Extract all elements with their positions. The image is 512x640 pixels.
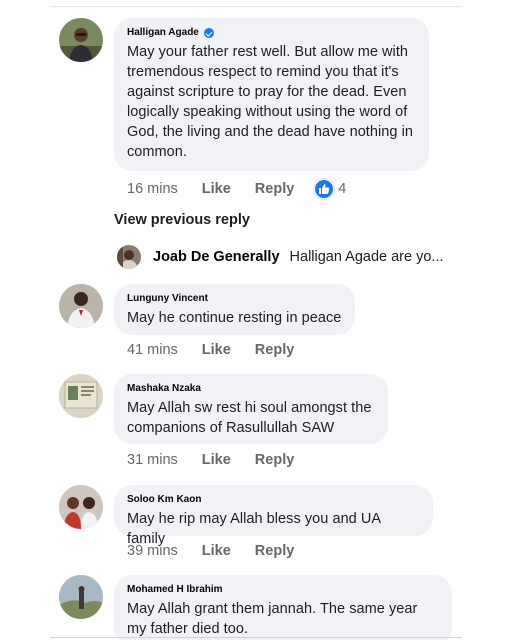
avatar[interactable]: [59, 284, 103, 328]
divider-bottom: [50, 637, 462, 638]
view-previous-reply-link[interactable]: View previous reply: [114, 212, 250, 228]
comment-actions: 39 mins Like Reply: [127, 543, 294, 559]
comment-author[interactable]: Halligan Agade: [127, 26, 199, 40]
avatar[interactable]: [59, 18, 103, 62]
comment-time[interactable]: 16 mins: [127, 181, 178, 197]
comment-text: May he continue resting in peace: [127, 310, 342, 326]
comment-text: May your father rest well. But allow me …: [127, 44, 413, 160]
avatar-photo-icon: [59, 284, 103, 328]
divider-top: [50, 6, 462, 7]
reaction-summary[interactable]: 4: [314, 179, 346, 199]
like-button[interactable]: Like: [202, 452, 231, 468]
comment-author[interactable]: Mashaka Nzaka: [127, 382, 201, 396]
comment-bubble: Lunguny Vincent May he continue resting …: [114, 284, 355, 335]
reply-preview[interactable]: Joab De Generally Halligan Agade are yo.…: [117, 245, 457, 269]
comment-bubble: Mashaka Nzaka May Allah sw rest hi soul …: [114, 374, 388, 444]
reply-button[interactable]: Reply: [255, 181, 295, 197]
comment-text: May Allah grant them jannah. The same ye…: [127, 601, 418, 637]
comment-author[interactable]: Lunguny Vincent: [127, 292, 208, 306]
reply-button[interactable]: Reply: [255, 543, 295, 559]
comment-actions: 16 mins Like Reply 4: [127, 179, 346, 199]
avatar[interactable]: [59, 575, 103, 619]
comment-actions: 41 mins Like Reply: [127, 342, 294, 358]
avatar-photo-icon: [59, 18, 103, 62]
comment-bubble: Halligan Agade May your father rest well…: [114, 18, 429, 171]
reaction-count: 4: [338, 181, 347, 197]
comment-time[interactable]: 31 mins: [127, 452, 178, 468]
comment-time[interactable]: 39 mins: [127, 543, 178, 559]
like-button[interactable]: Like: [202, 342, 231, 358]
comment-bubble: Soloo Km Kaon May he rip may Allah bless…: [114, 485, 433, 547]
avatar-photo-icon: [117, 245, 141, 269]
comment-author[interactable]: Soloo Km Kaon: [127, 493, 201, 507]
thumbs-up-icon: [314, 179, 335, 199]
avatar[interactable]: [117, 245, 141, 269]
comment-text: May Allah sw rest hi soul amongst the co…: [127, 400, 372, 436]
comment-author[interactable]: Mohamed H Ibrahim: [127, 583, 223, 597]
avatar-photo-icon: [59, 575, 103, 619]
like-button[interactable]: Like: [202, 543, 231, 559]
avatar-photo-icon: [59, 485, 103, 529]
like-button[interactable]: Like: [202, 181, 231, 197]
verified-badge-icon: [203, 28, 214, 38]
comment-actions: 31 mins Like Reply: [127, 452, 294, 468]
avatar-photo-icon: [59, 374, 103, 418]
comment-time[interactable]: 41 mins: [127, 342, 178, 358]
reply-button[interactable]: Reply: [255, 342, 295, 358]
avatar[interactable]: [59, 485, 103, 529]
avatar[interactable]: [59, 374, 103, 418]
reply-preview-text: Halligan Agade are yo...: [289, 249, 444, 265]
reply-author[interactable]: Joab De Generally: [153, 249, 280, 265]
reply-button[interactable]: Reply: [255, 452, 295, 468]
comment-bubble: Mohamed H Ibrahim May Allah grant them j…: [114, 575, 452, 640]
